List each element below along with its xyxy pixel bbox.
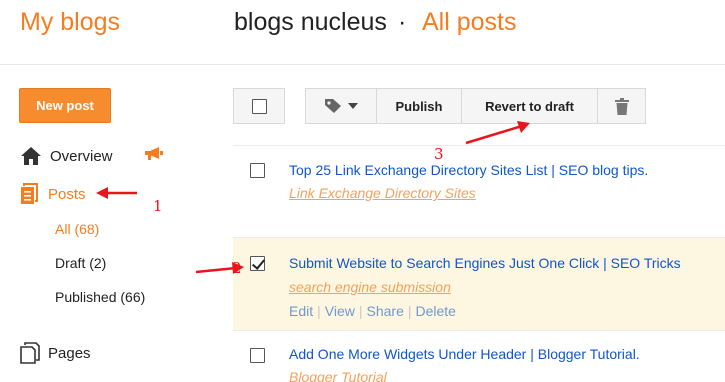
annotation-number: 3 xyxy=(434,145,444,163)
label-tag-icon xyxy=(325,99,341,113)
delete-link[interactable]: Delete xyxy=(416,303,456,319)
delete-button[interactable] xyxy=(598,89,645,123)
sidebar-item-overview[interactable]: Overview xyxy=(20,144,113,168)
my-blogs-link[interactable]: My blogs xyxy=(20,8,120,37)
annotation-number: 1 xyxy=(153,197,163,215)
page-title: All posts xyxy=(422,8,517,36)
row-divider xyxy=(233,145,725,146)
post-label-link[interactable]: Blogger Tutorial xyxy=(289,369,387,382)
sidebar-item-label: Posts xyxy=(48,185,86,203)
post-title-link[interactable]: Top 25 Link Exchange Directory Sites Lis… xyxy=(289,162,648,178)
post-actions: Edit | View | Share | Delete xyxy=(289,303,456,319)
view-link[interactable]: View xyxy=(325,303,355,319)
post-checkbox[interactable] xyxy=(250,163,265,178)
post-label-link[interactable]: search engine submission xyxy=(289,279,451,295)
select-all-checkbox-button[interactable] xyxy=(233,88,285,124)
posts-icon xyxy=(21,183,38,204)
post-title-link[interactable]: Submit Website to Search Engines Just On… xyxy=(289,255,681,271)
trash-icon xyxy=(614,97,629,115)
row-divider xyxy=(233,330,725,331)
select-all-checkbox[interactable] xyxy=(251,98,267,114)
annotation-number: 2 xyxy=(232,259,242,277)
megaphone-icon[interactable] xyxy=(143,147,163,166)
chevron-down-icon xyxy=(348,103,358,109)
sidebar-item-pages[interactable]: Pages xyxy=(20,341,91,365)
header-divider xyxy=(0,64,725,65)
post-label-link[interactable]: Link Exchange Directory Sites xyxy=(289,185,476,201)
edit-link[interactable]: Edit xyxy=(289,303,313,319)
sidebar-subitem-draft[interactable]: Draft (2) xyxy=(55,255,106,271)
title-separator: · xyxy=(398,8,407,36)
post-toolbar: Publish Revert to draft xyxy=(305,88,646,124)
label-dropdown-button[interactable] xyxy=(306,89,377,123)
sidebar-item-label: Overview xyxy=(50,147,113,165)
sidebar-item-label: Pages xyxy=(48,344,91,362)
sidebar-subitem-all[interactable]: All (68) xyxy=(55,221,99,237)
sidebar-subitem-published[interactable]: Published (66) xyxy=(55,289,145,305)
action-separator: | xyxy=(407,303,412,319)
action-separator: | xyxy=(317,303,321,319)
pages-icon xyxy=(20,342,40,364)
sidebar-item-posts[interactable]: Posts xyxy=(20,182,86,206)
new-post-button[interactable]: New post xyxy=(19,88,111,123)
share-link[interactable]: Share xyxy=(367,303,404,319)
post-checkbox[interactable] xyxy=(250,348,265,363)
post-title-link[interactable]: Add One More Widgets Under Header | Blog… xyxy=(289,346,640,362)
revert-to-draft-button[interactable]: Revert to draft xyxy=(462,89,598,123)
post-checkbox-checked[interactable] xyxy=(250,256,265,271)
home-icon xyxy=(21,147,41,165)
action-separator: | xyxy=(358,303,363,319)
blog-name: blogs nucleus xyxy=(234,8,387,36)
publish-button[interactable]: Publish xyxy=(377,89,462,123)
